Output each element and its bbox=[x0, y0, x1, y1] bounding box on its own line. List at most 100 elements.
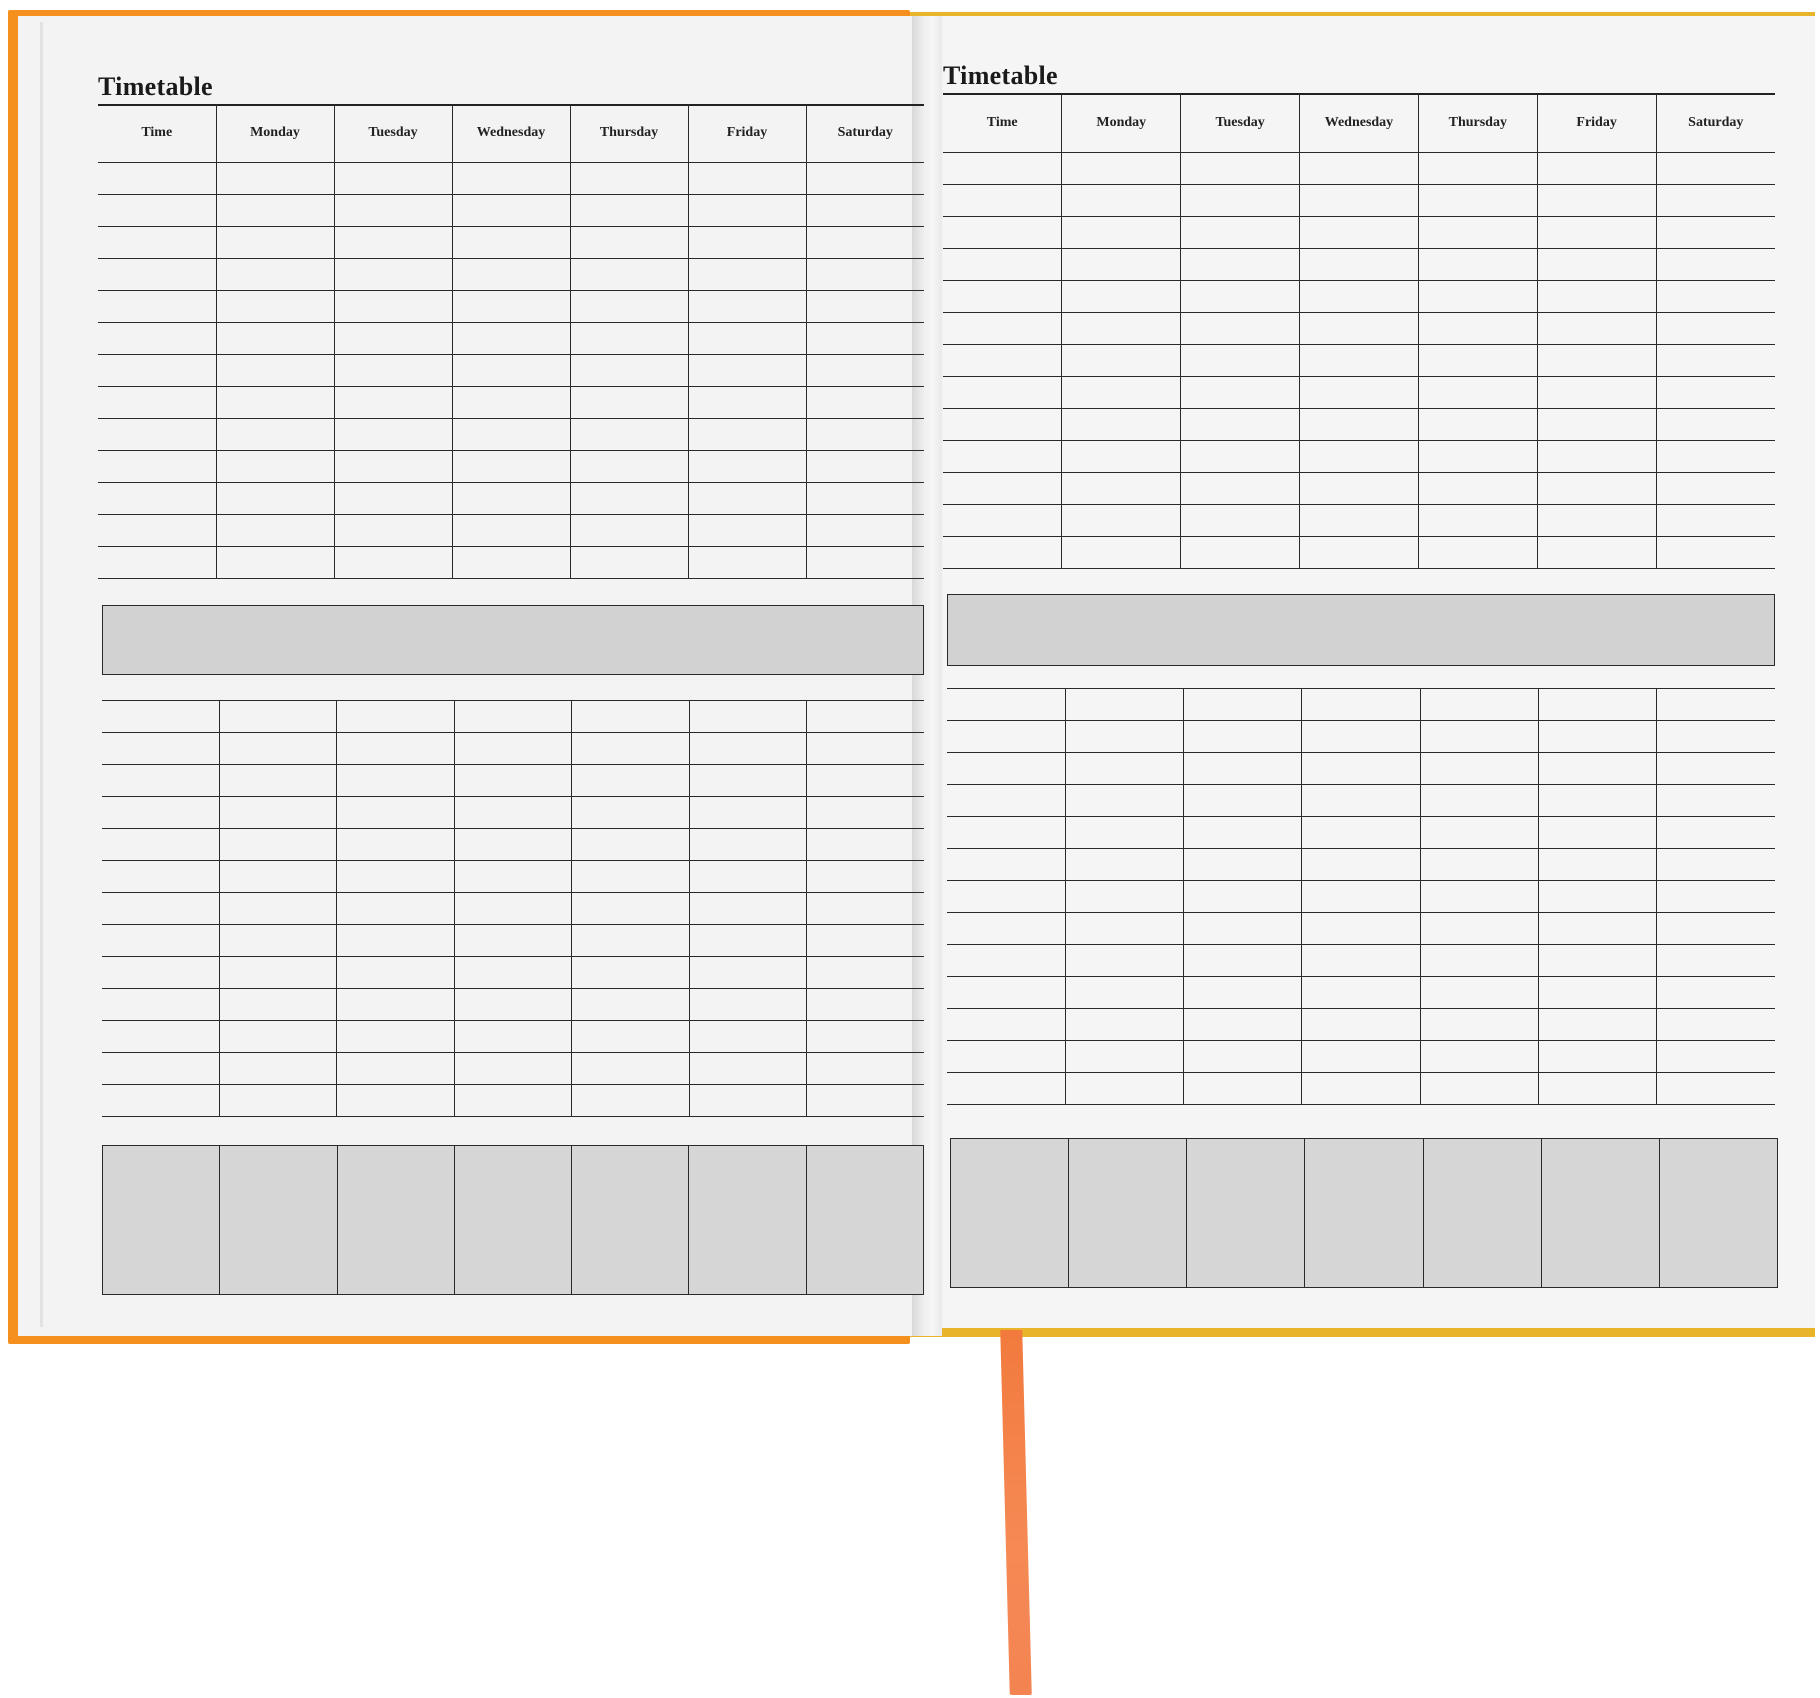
table-cell[interactable] bbox=[1417, 536, 1538, 569]
table-cell[interactable] bbox=[805, 386, 924, 419]
table-cell[interactable] bbox=[943, 504, 1063, 537]
table-cell[interactable] bbox=[1536, 440, 1657, 473]
table-cell[interactable] bbox=[1061, 440, 1182, 473]
table-cell[interactable] bbox=[1419, 976, 1539, 1009]
table-cell[interactable] bbox=[451, 546, 571, 579]
table-cell[interactable] bbox=[1536, 312, 1657, 345]
table-cell[interactable] bbox=[333, 354, 453, 387]
table-cell[interactable] bbox=[1183, 976, 1303, 1009]
table-cell[interactable] bbox=[1656, 688, 1775, 721]
table-cell[interactable] bbox=[336, 988, 455, 1021]
table-cell[interactable] bbox=[806, 860, 924, 893]
table-cell[interactable] bbox=[687, 418, 807, 451]
table-cell[interactable] bbox=[943, 376, 1063, 409]
table-cell[interactable] bbox=[1655, 312, 1775, 345]
table-cell[interactable] bbox=[218, 924, 338, 957]
table-cell[interactable] bbox=[451, 482, 571, 515]
table-cell[interactable] bbox=[98, 290, 217, 323]
table-cell[interactable] bbox=[102, 732, 220, 765]
table-cell[interactable] bbox=[1536, 408, 1657, 441]
table-cell[interactable] bbox=[1537, 816, 1658, 849]
table-cell[interactable] bbox=[1061, 344, 1182, 377]
table-cell[interactable] bbox=[1301, 848, 1421, 881]
table-cell[interactable] bbox=[98, 514, 217, 547]
table-cell[interactable] bbox=[1064, 784, 1185, 817]
footer-cell[interactable] bbox=[1186, 1138, 1306, 1288]
footer-cell[interactable] bbox=[805, 1145, 925, 1295]
table-cell[interactable] bbox=[333, 194, 453, 227]
table-cell[interactable] bbox=[336, 1084, 455, 1117]
table-cell[interactable] bbox=[1656, 720, 1775, 753]
table-cell[interactable] bbox=[336, 732, 455, 765]
table-cell[interactable] bbox=[1655, 536, 1775, 569]
table-cell[interactable] bbox=[453, 892, 573, 925]
table-cell[interactable] bbox=[806, 1052, 924, 1085]
table-cell[interactable] bbox=[569, 418, 689, 451]
table-cell[interactable] bbox=[1064, 944, 1185, 977]
table-cell[interactable] bbox=[688, 988, 808, 1021]
table-cell[interactable] bbox=[1537, 720, 1658, 753]
table-cell[interactable] bbox=[1655, 344, 1775, 377]
footer-cell[interactable] bbox=[949, 1138, 1070, 1288]
table-cell[interactable] bbox=[806, 732, 924, 765]
table-cell[interactable] bbox=[1417, 504, 1538, 537]
table-cell[interactable] bbox=[102, 956, 220, 989]
table-cell[interactable] bbox=[1183, 1040, 1303, 1073]
table-cell[interactable] bbox=[451, 418, 571, 451]
table-cell[interactable] bbox=[805, 194, 924, 227]
table-cell[interactable] bbox=[571, 1020, 690, 1053]
table-cell[interactable] bbox=[453, 764, 573, 797]
table-cell[interactable] bbox=[333, 322, 453, 355]
table-cell[interactable] bbox=[451, 290, 571, 323]
table-cell[interactable] bbox=[98, 194, 217, 227]
table-cell[interactable] bbox=[1537, 1040, 1658, 1073]
table-cell[interactable] bbox=[687, 290, 807, 323]
table-cell[interactable] bbox=[1064, 848, 1185, 881]
table-cell[interactable] bbox=[1301, 1008, 1421, 1041]
table-cell[interactable] bbox=[1537, 880, 1658, 913]
table-cell[interactable] bbox=[688, 860, 808, 893]
table-cell[interactable] bbox=[1656, 880, 1775, 913]
table-cell[interactable] bbox=[687, 162, 807, 195]
table-cell[interactable] bbox=[947, 880, 1066, 913]
table-cell[interactable] bbox=[806, 988, 924, 1021]
table-cell[interactable] bbox=[687, 322, 807, 355]
table-cell[interactable] bbox=[943, 280, 1063, 313]
table-cell[interactable] bbox=[336, 1020, 455, 1053]
table-cell[interactable] bbox=[805, 450, 924, 483]
table-cell[interactable] bbox=[1183, 1072, 1303, 1105]
table-cell[interactable] bbox=[1180, 408, 1301, 441]
table-cell[interactable] bbox=[1183, 1008, 1303, 1041]
table-cell[interactable] bbox=[1419, 848, 1539, 881]
table-cell[interactable] bbox=[687, 194, 807, 227]
table-cell[interactable] bbox=[218, 732, 338, 765]
table-cell[interactable] bbox=[1301, 944, 1421, 977]
table-cell[interactable] bbox=[1537, 848, 1658, 881]
table-cell[interactable] bbox=[451, 162, 571, 195]
table-cell[interactable] bbox=[943, 472, 1063, 505]
table-cell[interactable] bbox=[1656, 1072, 1775, 1105]
table-cell[interactable] bbox=[336, 1052, 455, 1085]
table-cell[interactable] bbox=[687, 514, 807, 547]
table-cell[interactable] bbox=[1417, 184, 1538, 217]
table-cell[interactable] bbox=[943, 248, 1063, 281]
table-cell[interactable] bbox=[571, 828, 690, 861]
table-cell[interactable] bbox=[806, 796, 924, 829]
table-cell[interactable] bbox=[215, 258, 335, 291]
table-cell[interactable] bbox=[218, 860, 338, 893]
table-cell[interactable] bbox=[1064, 816, 1185, 849]
table-cell[interactable] bbox=[1180, 184, 1301, 217]
table-cell[interactable] bbox=[947, 816, 1066, 849]
table-cell[interactable] bbox=[943, 216, 1063, 249]
table-cell[interactable] bbox=[98, 450, 217, 483]
table-cell[interactable] bbox=[1655, 504, 1775, 537]
table-cell[interactable] bbox=[1299, 504, 1419, 537]
table-cell[interactable] bbox=[218, 1020, 338, 1053]
table-cell[interactable] bbox=[571, 860, 690, 893]
table-cell[interactable] bbox=[1536, 536, 1657, 569]
table-cell[interactable] bbox=[688, 924, 808, 957]
table-cell[interactable] bbox=[1419, 912, 1539, 945]
table-cell[interactable] bbox=[333, 290, 453, 323]
table-cell[interactable] bbox=[98, 482, 217, 515]
table-cell[interactable] bbox=[1183, 912, 1303, 945]
